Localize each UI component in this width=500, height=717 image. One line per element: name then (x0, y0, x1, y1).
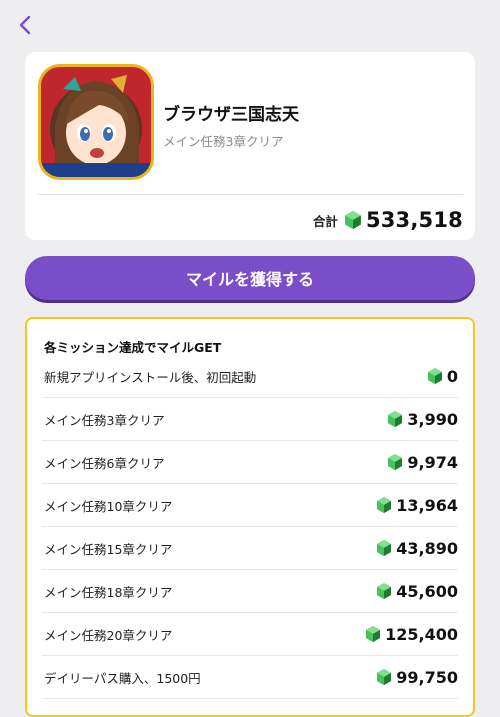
green-gem-icon (377, 583, 391, 599)
top-bar (0, 0, 500, 48)
divider (37, 194, 463, 195)
mission-reward: 43,890 (377, 539, 458, 558)
app-subtitle: メイン任務3章クリア (163, 134, 284, 149)
green-gem-icon (377, 669, 391, 685)
chevron-left-icon (19, 15, 31, 35)
total-label: 合計 (312, 213, 338, 229)
mission-row: メイン任務10章クリア 13,964 (42, 484, 458, 527)
mission-row: メイン任務15章クリア 43,890 (42, 527, 458, 570)
mission-value: 3,990 (407, 409, 458, 429)
mission-value: 99,750 (396, 667, 458, 687)
mission-label: メイン任務3章クリア (44, 412, 165, 428)
mission-value: 0 (446, 366, 458, 386)
mission-value: 13,964 (396, 495, 458, 515)
mission-value: 43,890 (396, 538, 458, 558)
mission-label: メイン任務18章クリア (44, 584, 173, 600)
mission-reward: 45,600 (377, 582, 458, 601)
mission-label: 新規アプリインストール後、初回起動 (44, 369, 257, 385)
mission-label: メイン任務15章クリア (44, 541, 173, 557)
mission-label: メイン任務6章クリア (44, 455, 165, 471)
mission-row: デイリーパス購入、1500円 99,750 (42, 656, 458, 699)
green-gem-icon (428, 368, 442, 384)
total-value: 533,518 (365, 208, 463, 232)
mission-label: メイン任務10章クリア (44, 498, 173, 514)
total-row: 合計 533,518 (313, 204, 463, 236)
mission-reward: 99,750 (377, 668, 458, 687)
mission-row: メイン任務18章クリア 45,600 (42, 570, 458, 613)
green-gem-icon (345, 211, 361, 229)
app-card: ブラウザ三国志天 メイン任務3章クリア 合計 533,518 (25, 52, 475, 240)
mission-row: 新規アプリインストール後、初回起動 0 (42, 355, 458, 398)
mission-reward: 125,400 (366, 625, 458, 644)
mission-reward: 13,964 (377, 496, 458, 515)
missions-panel: 各ミッション達成でマイルGET 新規アプリインストール後、初回起動 0 メイン任… (25, 317, 475, 717)
green-gem-icon (366, 626, 380, 642)
app-icon (38, 64, 154, 180)
green-gem-icon (388, 454, 402, 470)
mission-reward: 9,974 (388, 453, 458, 472)
mission-value: 125,400 (385, 624, 458, 644)
mission-label: デイリーパス購入、1500円 (44, 670, 201, 686)
green-gem-icon (377, 497, 391, 513)
mission-row: メイン任務6章クリア 9,974 (42, 441, 458, 484)
mission-row: メイン任務3章クリア 3,990 (42, 398, 458, 441)
mission-value: 45,600 (396, 581, 458, 601)
mission-reward: 0 (428, 367, 458, 386)
green-gem-icon (388, 411, 402, 427)
back-button[interactable] (12, 12, 38, 38)
green-gem-icon (377, 540, 391, 556)
app-name: ブラウザ三国志天 (163, 105, 299, 125)
mission-row: メイン任務20章クリア 125,400 (42, 613, 458, 656)
mission-value: 9,974 (407, 452, 458, 472)
mission-label: メイン任務20章クリア (44, 627, 173, 643)
missions-title: 各ミッション達成でマイルGET (44, 340, 222, 355)
mission-reward: 3,990 (388, 410, 458, 429)
earn-miles-button[interactable]: マイルを獲得する (25, 256, 475, 300)
